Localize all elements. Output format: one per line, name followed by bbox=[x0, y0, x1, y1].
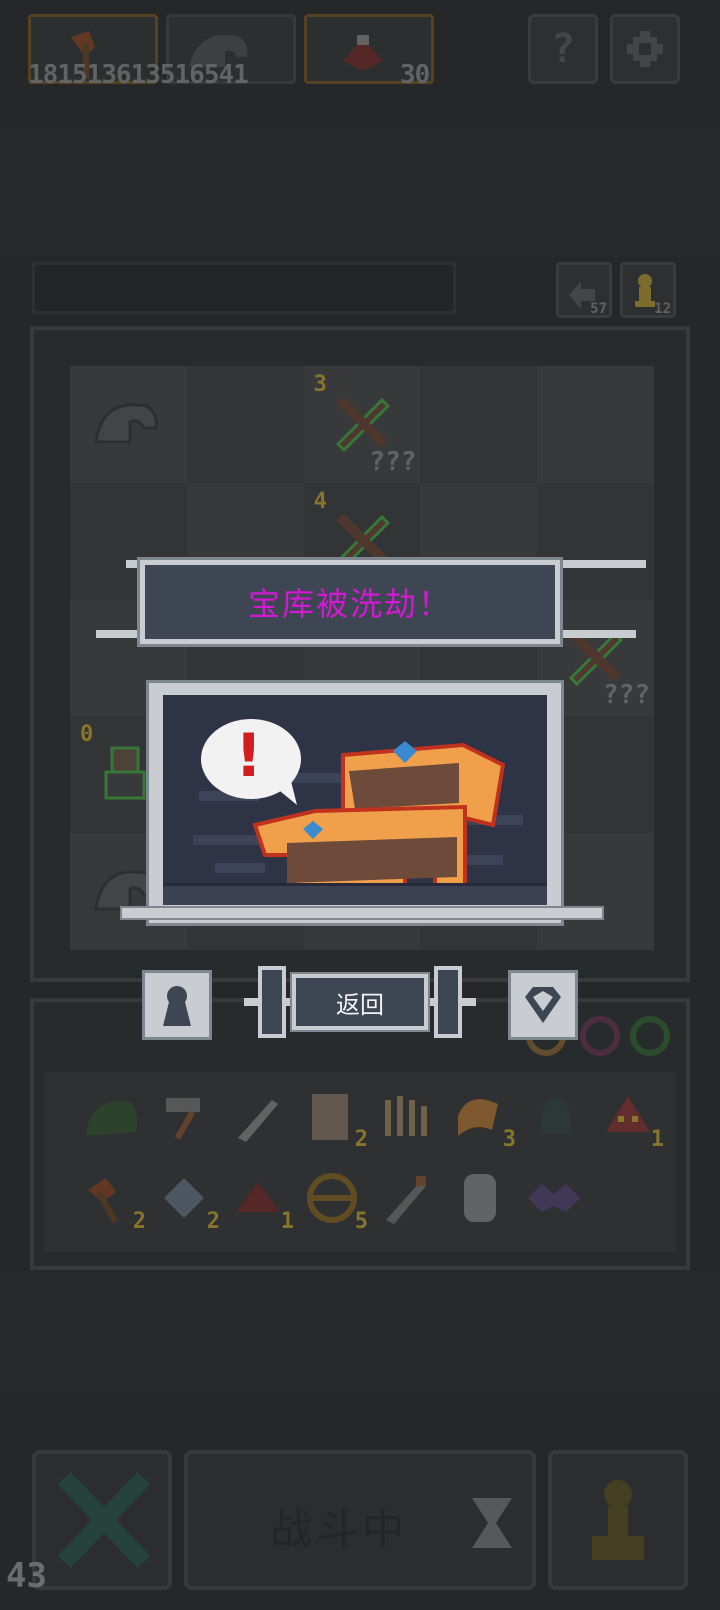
diamond-icon bbox=[525, 987, 561, 1023]
frame-ledge bbox=[120, 906, 604, 920]
picture-floor bbox=[163, 883, 547, 905]
looted-chest-illustration bbox=[193, 719, 523, 887]
keyhole-button[interactable] bbox=[142, 970, 212, 1040]
modal-banner: 宝库被洗劫！ bbox=[140, 560, 560, 644]
return-button[interactable]: 返回 bbox=[292, 974, 428, 1030]
return-side-left bbox=[258, 966, 286, 1038]
modal-picture: ! bbox=[163, 695, 547, 905]
gem-button[interactable] bbox=[508, 970, 578, 1040]
return-control: 返回 bbox=[244, 966, 476, 1038]
keyhole-icon bbox=[163, 986, 191, 1026]
modal-picture-frame: ! bbox=[146, 680, 564, 926]
return-label: 返回 bbox=[336, 990, 384, 1019]
exclaim-mark: ! bbox=[235, 721, 263, 791]
banner-title: 宝库被洗劫！ bbox=[247, 585, 452, 623]
return-side-right bbox=[434, 966, 462, 1038]
